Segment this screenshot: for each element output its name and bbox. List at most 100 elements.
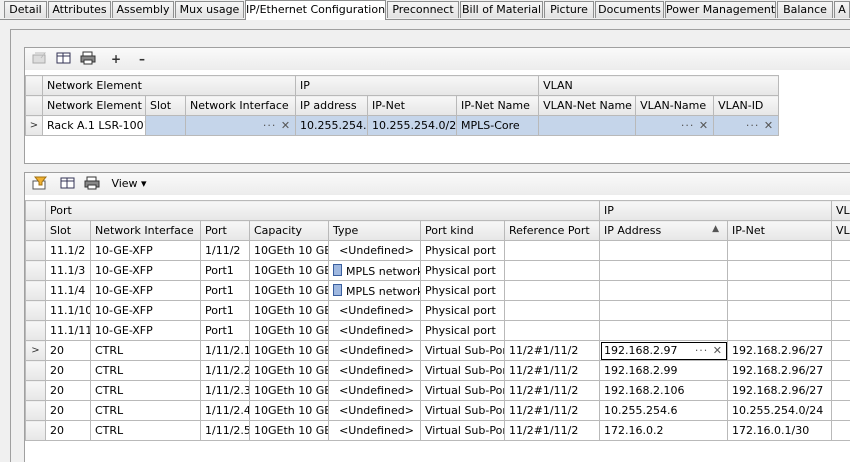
cell-edit-buttons[interactable]: ··· ✕ (746, 119, 778, 132)
col-header-ip-net[interactable]: IP-Net (367, 95, 458, 116)
row-indicator[interactable] (25, 380, 46, 401)
cell-ip-address[interactable] (599, 240, 729, 261)
tab-bill-of-material[interactable]: Bill of Material (460, 1, 543, 18)
tab-preconnect[interactable]: Preconnect (387, 1, 459, 18)
cell-ip-net[interactable]: 192.168.2.96/27 (727, 360, 833, 381)
cell-ip-address[interactable]: 192.168.2.106 (599, 380, 729, 401)
cell-type[interactable]: <Undefined> (328, 300, 421, 321)
tab-detail[interactable]: Detail (4, 1, 47, 18)
cell-ip-net[interactable]: 172.16.0.1/30 (727, 420, 833, 441)
cell-network-interface[interactable]: 10-GE-XFP (90, 240, 201, 261)
table-row[interactable]: 11.1/3 10-GE-XFP Port1 10GEth 10 GBit MP… (25, 260, 850, 281)
cell-slot[interactable] (145, 115, 186, 136)
cell-edit-buttons[interactable]: ··· ✕ (695, 344, 727, 357)
cell-slot[interactable]: 11.1/11 (45, 320, 91, 341)
cell-type[interactable]: MPLS network (328, 260, 421, 281)
cell-edit-buttons[interactable]: ··· ✕ (681, 119, 713, 132)
cell-slot[interactable]: 20 (45, 420, 91, 441)
cell-reference-port[interactable]: 11/2#1/11/2 (503, 340, 601, 361)
cell-port-kind[interactable]: Physical port (420, 300, 505, 321)
cell-network-interface[interactable]: 10-GE-XFP (90, 300, 201, 321)
cell-port-kind[interactable]: Virtual Sub-Port (420, 340, 505, 361)
cell-ip-net[interactable]: 10.255.254.0/24 (367, 115, 458, 136)
cell-ip-net[interactable] (727, 300, 833, 321)
cell-port-kind[interactable]: Virtual Sub-Port (420, 400, 505, 421)
tab-documents[interactable]: Documents (595, 1, 664, 18)
cell-ip-address[interactable] (599, 320, 729, 341)
cell-port[interactable]: 1/11/2.4 (200, 400, 250, 421)
cell-ip-address[interactable] (599, 280, 729, 301)
cell-capacity[interactable]: 10GEth 10 GBit (249, 340, 329, 361)
cell-ip-address[interactable]: 10.255.254.6 (599, 400, 729, 421)
row-indicator[interactable] (25, 240, 46, 261)
row-indicator[interactable] (25, 400, 46, 421)
cell-port[interactable]: Port1 (200, 300, 250, 321)
table-row[interactable]: 20 CTRL 1/11/2.5 10GEth 10 GBit <Undefin… (25, 420, 850, 441)
cell-network-element[interactable]: Rack A.1 LSR-1001 (42, 115, 146, 136)
cell-ip-net[interactable] (727, 320, 833, 341)
cell-slot[interactable]: 20 (45, 360, 91, 381)
cell-reference-port[interactable]: 11/2#1/11/2 (503, 420, 601, 441)
cell-type[interactable]: <Undefined> (328, 340, 421, 361)
cell-vlan[interactable] (831, 260, 850, 281)
cell-network-interface[interactable]: CTRL (90, 360, 201, 381)
cell-vlan[interactable] (831, 420, 850, 441)
cell-slot[interactable]: 11.1/3 (45, 260, 91, 281)
cell-ip-net[interactable]: 192.168.2.96/27 (727, 380, 833, 401)
table-config-icon[interactable] (55, 51, 73, 67)
filter-icon[interactable] (31, 176, 49, 192)
col-header-vlan-id[interactable]: VLAN-ID (713, 95, 780, 116)
cell-network-interface[interactable]: CTRL (90, 340, 201, 361)
col-header-reference-port[interactable]: Reference Port (503, 220, 601, 241)
print-icon[interactable] (79, 51, 97, 67)
cell-network-interface[interactable]: 10-GE-XFP (90, 280, 201, 301)
cell-port-kind[interactable]: Physical port (420, 240, 505, 261)
cell-vlan[interactable] (831, 380, 850, 401)
cell-capacity[interactable]: 10GEth 10 GBit (249, 260, 329, 281)
cell-slot[interactable]: 11.1/2 (45, 240, 91, 261)
table-row[interactable]: 11.1/11 10-GE-XFP Port1 10GEth 10 GBit <… (25, 320, 850, 341)
cell-ip-net[interactable] (727, 240, 833, 261)
cell-reference-port[interactable] (503, 320, 601, 341)
cell-slot[interactable]: 20 (45, 400, 91, 421)
col-header-port[interactable]: Port (200, 220, 250, 241)
cell-type[interactable]: <Undefined> (328, 400, 421, 421)
remove-icon[interactable]: – (135, 51, 149, 67)
cell-slot[interactable]: 11.1/4 (45, 280, 91, 301)
cell-type[interactable]: <Undefined> (328, 380, 421, 401)
cell-vlan[interactable] (831, 240, 850, 261)
cell-port-kind[interactable]: Physical port (420, 280, 505, 301)
col-header-port-kind[interactable]: Port kind (420, 220, 505, 241)
cell-capacity[interactable]: 10GEth 10 GBit (249, 400, 329, 421)
tab-mux-usage[interactable]: Mux usage (175, 1, 244, 18)
cell-ip-address[interactable]: 172.16.0.2 (599, 420, 729, 441)
cell-vlan[interactable] (831, 280, 850, 301)
table-row[interactable]: 20 CTRL 1/11/2.3 10GEth 10 GBit <Undefin… (25, 380, 850, 401)
cell-port[interactable]: 1/11/2.3 (200, 380, 250, 401)
col-header-vlan[interactable]: VLA (831, 220, 850, 241)
row-indicator[interactable] (25, 360, 46, 381)
cell-capacity[interactable]: 10GEth 10 GBit (249, 420, 329, 441)
cell-type[interactable]: MPLS network (328, 280, 421, 301)
cell-ip-net[interactable]: 192.168.2.96/27 (727, 340, 833, 361)
cell-ip-address[interactable]: 192.168.2.99 (599, 360, 729, 381)
print-icon[interactable] (83, 176, 101, 192)
table-row[interactable]: 11.1/10 10-GE-XFP Port1 10GEth 10 GBit <… (25, 300, 850, 321)
cell-vlan-net-name[interactable] (538, 115, 637, 136)
cell-slot[interactable]: 20 (45, 340, 91, 361)
table-row[interactable]: > Rack A.1 LSR-1001 ··· ✕ 10.255.254.4 1… (25, 115, 780, 136)
cell-vlan[interactable] (831, 360, 850, 381)
cell-network-interface[interactable]: 10-GE-XFP (90, 320, 201, 341)
col-header-network-element[interactable]: Network Element (42, 95, 146, 116)
cell-ip-net[interactable] (727, 260, 833, 281)
col-header-slot[interactable]: Slot (45, 220, 91, 241)
cell-ip-address[interactable]: 192.168.2.97 ··· ✕ (599, 340, 729, 361)
cell-port[interactable]: 1/11/2.1 (200, 340, 250, 361)
row-indicator[interactable]: > (25, 115, 43, 136)
cell-port-kind[interactable]: Virtual Sub-Port (420, 380, 505, 401)
tab-power-management[interactable]: Power Management (665, 1, 776, 18)
col-header-ip-net-name[interactable]: IP-Net Name (456, 95, 540, 116)
cell-reference-port[interactable]: 11/2#1/11/2 (503, 380, 601, 401)
table-config-icon[interactable] (59, 176, 77, 192)
cell-reference-port[interactable] (503, 300, 601, 321)
